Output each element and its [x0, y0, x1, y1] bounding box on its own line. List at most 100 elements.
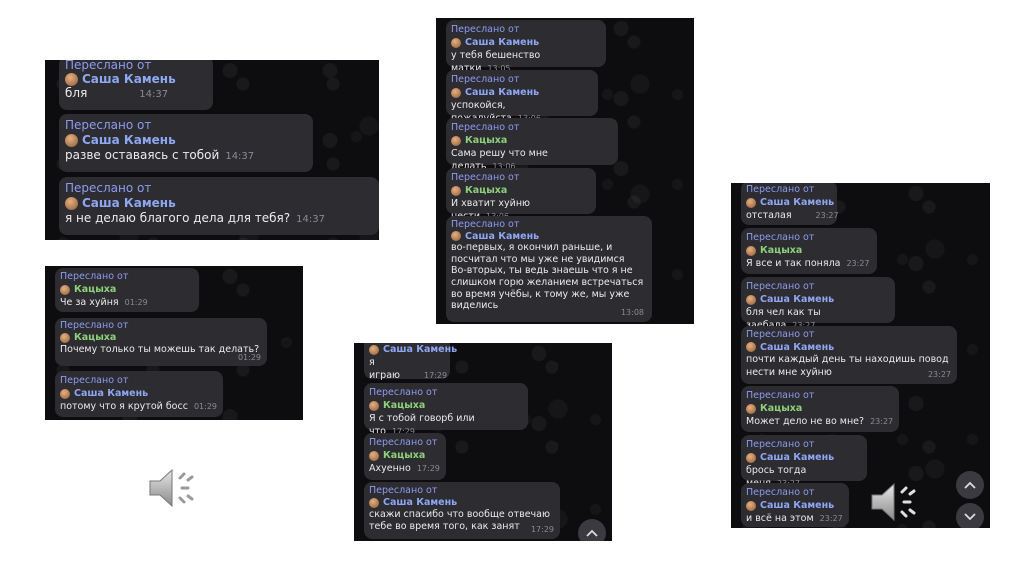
message-text: Может дело не во мне?: [746, 416, 865, 427]
chat-screenshot-3: Переслано от Саша Камень у тебя бешенств…: [436, 18, 694, 324]
message-line: посчитал что мы уже не увидимся: [451, 253, 625, 265]
chat-screenshot-2: Переслано от Кацыха Че за хуйня 01:29 Пер…: [45, 266, 303, 420]
message-line: нести мне хуйню: [746, 366, 832, 378]
avatar: [65, 134, 78, 147]
message-text: Че за хуйня: [60, 297, 119, 308]
avatar: [60, 388, 70, 399]
forwarded-label: Переслано от: [746, 439, 815, 450]
message-line: Во-вторых, ты ведь знаешь что я не: [451, 265, 633, 277]
forward-source[interactable]: Саша Камень: [369, 343, 457, 356]
message-line: тебе во время того, как занят: [369, 521, 520, 532]
message-bubble: Переслано от Саша Камень у тебя бешенств…: [446, 20, 606, 74]
forwarded-label: Переслано от: [60, 375, 129, 386]
chevron-up-icon: [586, 529, 598, 537]
forward-source[interactable]: Саша Камень: [746, 293, 890, 306]
avatar: [746, 245, 756, 256]
forward-source[interactable]: Саша Камень: [451, 36, 601, 49]
message-text: Почему только ты можешь так делать?: [60, 344, 260, 355]
forwarded-label: Переслано от: [451, 24, 520, 35]
avatar: [65, 73, 78, 86]
message-bubble: Переслано от Саша Камень успокойся, пожа…: [446, 70, 598, 124]
chat-screenshot-4: Саша Камень я играю 17:29 Переслано от Ка…: [354, 343, 612, 541]
message-bubble: Переслано от Саша Камень разве оставаясь…: [59, 114, 313, 172]
audio-button[interactable]: [148, 466, 202, 510]
message-time: 01:29: [237, 353, 261, 362]
message-bubble: Переслано от Саша Камень во-первых, я ок…: [446, 216, 652, 322]
avatar: [451, 37, 461, 48]
message-time: 23:27: [815, 211, 839, 220]
forward-source[interactable]: Саша Камень: [65, 133, 307, 148]
message-text: Ахуенно: [369, 463, 411, 474]
message-bubble: Переслано от Саша Камень бля 14:37: [59, 60, 213, 110]
forward-source[interactable]: Саша Камень: [60, 387, 218, 400]
message-line: во-первых, я окончил раньше, и: [451, 242, 613, 254]
forward-source[interactable]: Саша Камень: [65, 196, 373, 211]
forward-source[interactable]: Кацыха: [451, 134, 613, 147]
avatar: [65, 197, 78, 210]
avatar: [746, 197, 756, 208]
forward-source[interactable]: Кацыха: [369, 399, 523, 412]
forward-source[interactable]: Кацыха: [746, 244, 872, 257]
scroll-down-button[interactable]: [956, 503, 984, 528]
forwarded-label: Переслано от: [65, 181, 152, 195]
message-bubble: Переслано от Саша Камень скажи спасибо ч…: [364, 482, 560, 539]
forward-source[interactable]: Кацыха: [746, 402, 894, 415]
forward-source[interactable]: Саша Камень: [746, 196, 834, 209]
message-text: отсталая: [746, 210, 792, 221]
message-bubble: Переслано от Саша Камень отсталая 23:27: [741, 183, 839, 225]
forwarded-label: Переслано от: [65, 118, 152, 132]
message-time: 23:27: [927, 369, 951, 379]
message-line: слишком горю желанием встречаться: [451, 276, 644, 288]
message-bubble: Переслано от Кацыха Че за хуйня 01:29: [55, 268, 199, 312]
forwarded-label: Переслано от: [451, 219, 520, 230]
avatar: [369, 344, 379, 355]
message-time: 13:08: [620, 308, 644, 318]
message-bubble: Переслано от Кацыха Может дело не во мне…: [741, 386, 899, 432]
avatar: [746, 342, 756, 352]
forward-source[interactable]: Кацыха: [369, 449, 441, 462]
forward-source[interactable]: Саша Камень: [369, 497, 555, 509]
message-line: виделись: [451, 300, 499, 312]
audio-button[interactable]: [870, 480, 924, 524]
scroll-up-button[interactable]: [578, 519, 606, 541]
forward-source[interactable]: Саша Камень: [65, 72, 207, 86]
chat-screenshot-1: Переслано от Саша Камень бля 14:37 Пересл…: [45, 60, 379, 240]
message-time: 23:27: [819, 514, 843, 523]
forward-source[interactable]: Саша Камень: [451, 231, 647, 243]
forward-source[interactable]: Саша Камень: [746, 342, 952, 355]
forward-source[interactable]: Саша Камень: [451, 86, 593, 99]
message-bubble: Переслано от Саша Камень брось тогда мен…: [741, 435, 867, 489]
forwarded-label: Переслано от: [746, 281, 815, 292]
message-time: 23:27: [846, 259, 870, 268]
forward-source[interactable]: Кацыха: [60, 332, 262, 344]
message-time: 23:27: [870, 417, 894, 426]
forward-source[interactable]: Саша Камень: [746, 499, 844, 512]
message-bubble: Переслано от Кацыха И хватит хуйню нести…: [446, 168, 596, 222]
message-time: 14:37: [225, 151, 255, 162]
message-time: 17:29: [424, 371, 448, 380]
forward-source[interactable]: Кацыха: [451, 184, 591, 197]
message-line: во время учёбы, к тому же, мы уже: [451, 288, 630, 300]
forwarded-label: Переслано от: [60, 271, 129, 282]
avatar: [746, 500, 756, 511]
forwarded-label: Переслано от: [746, 390, 815, 401]
speaker-icon: [149, 468, 194, 508]
message-time: 17:29: [416, 464, 440, 473]
message-bubble: Переслано от Кацыха Сама решу что мне де…: [446, 118, 618, 172]
forwarded-label: Переслано от: [369, 485, 438, 496]
avatar: [60, 284, 70, 295]
message-bubble: Переслано от Кацыха Ахуенно 17:29: [364, 433, 446, 480]
message-text: я не делаю благого дела для тебя?: [65, 211, 291, 225]
avatar: [451, 135, 461, 146]
scroll-up-button[interactable]: [956, 471, 984, 499]
forwarded-label: Переслано от: [746, 184, 815, 195]
forwarded-label: Переслано от: [65, 60, 152, 72]
message-text: разве оставаясь с тобой: [65, 148, 220, 162]
message-line: скажи спасибо что вообще отвечаю: [369, 509, 550, 520]
message-time: 01:29: [124, 298, 148, 307]
avatar: [451, 185, 461, 196]
avatar: [746, 452, 756, 463]
forward-source[interactable]: Кацыха: [60, 283, 194, 296]
forward-source[interactable]: Саша Камень: [746, 451, 862, 464]
forwarded-label: Переслано от: [451, 74, 520, 85]
